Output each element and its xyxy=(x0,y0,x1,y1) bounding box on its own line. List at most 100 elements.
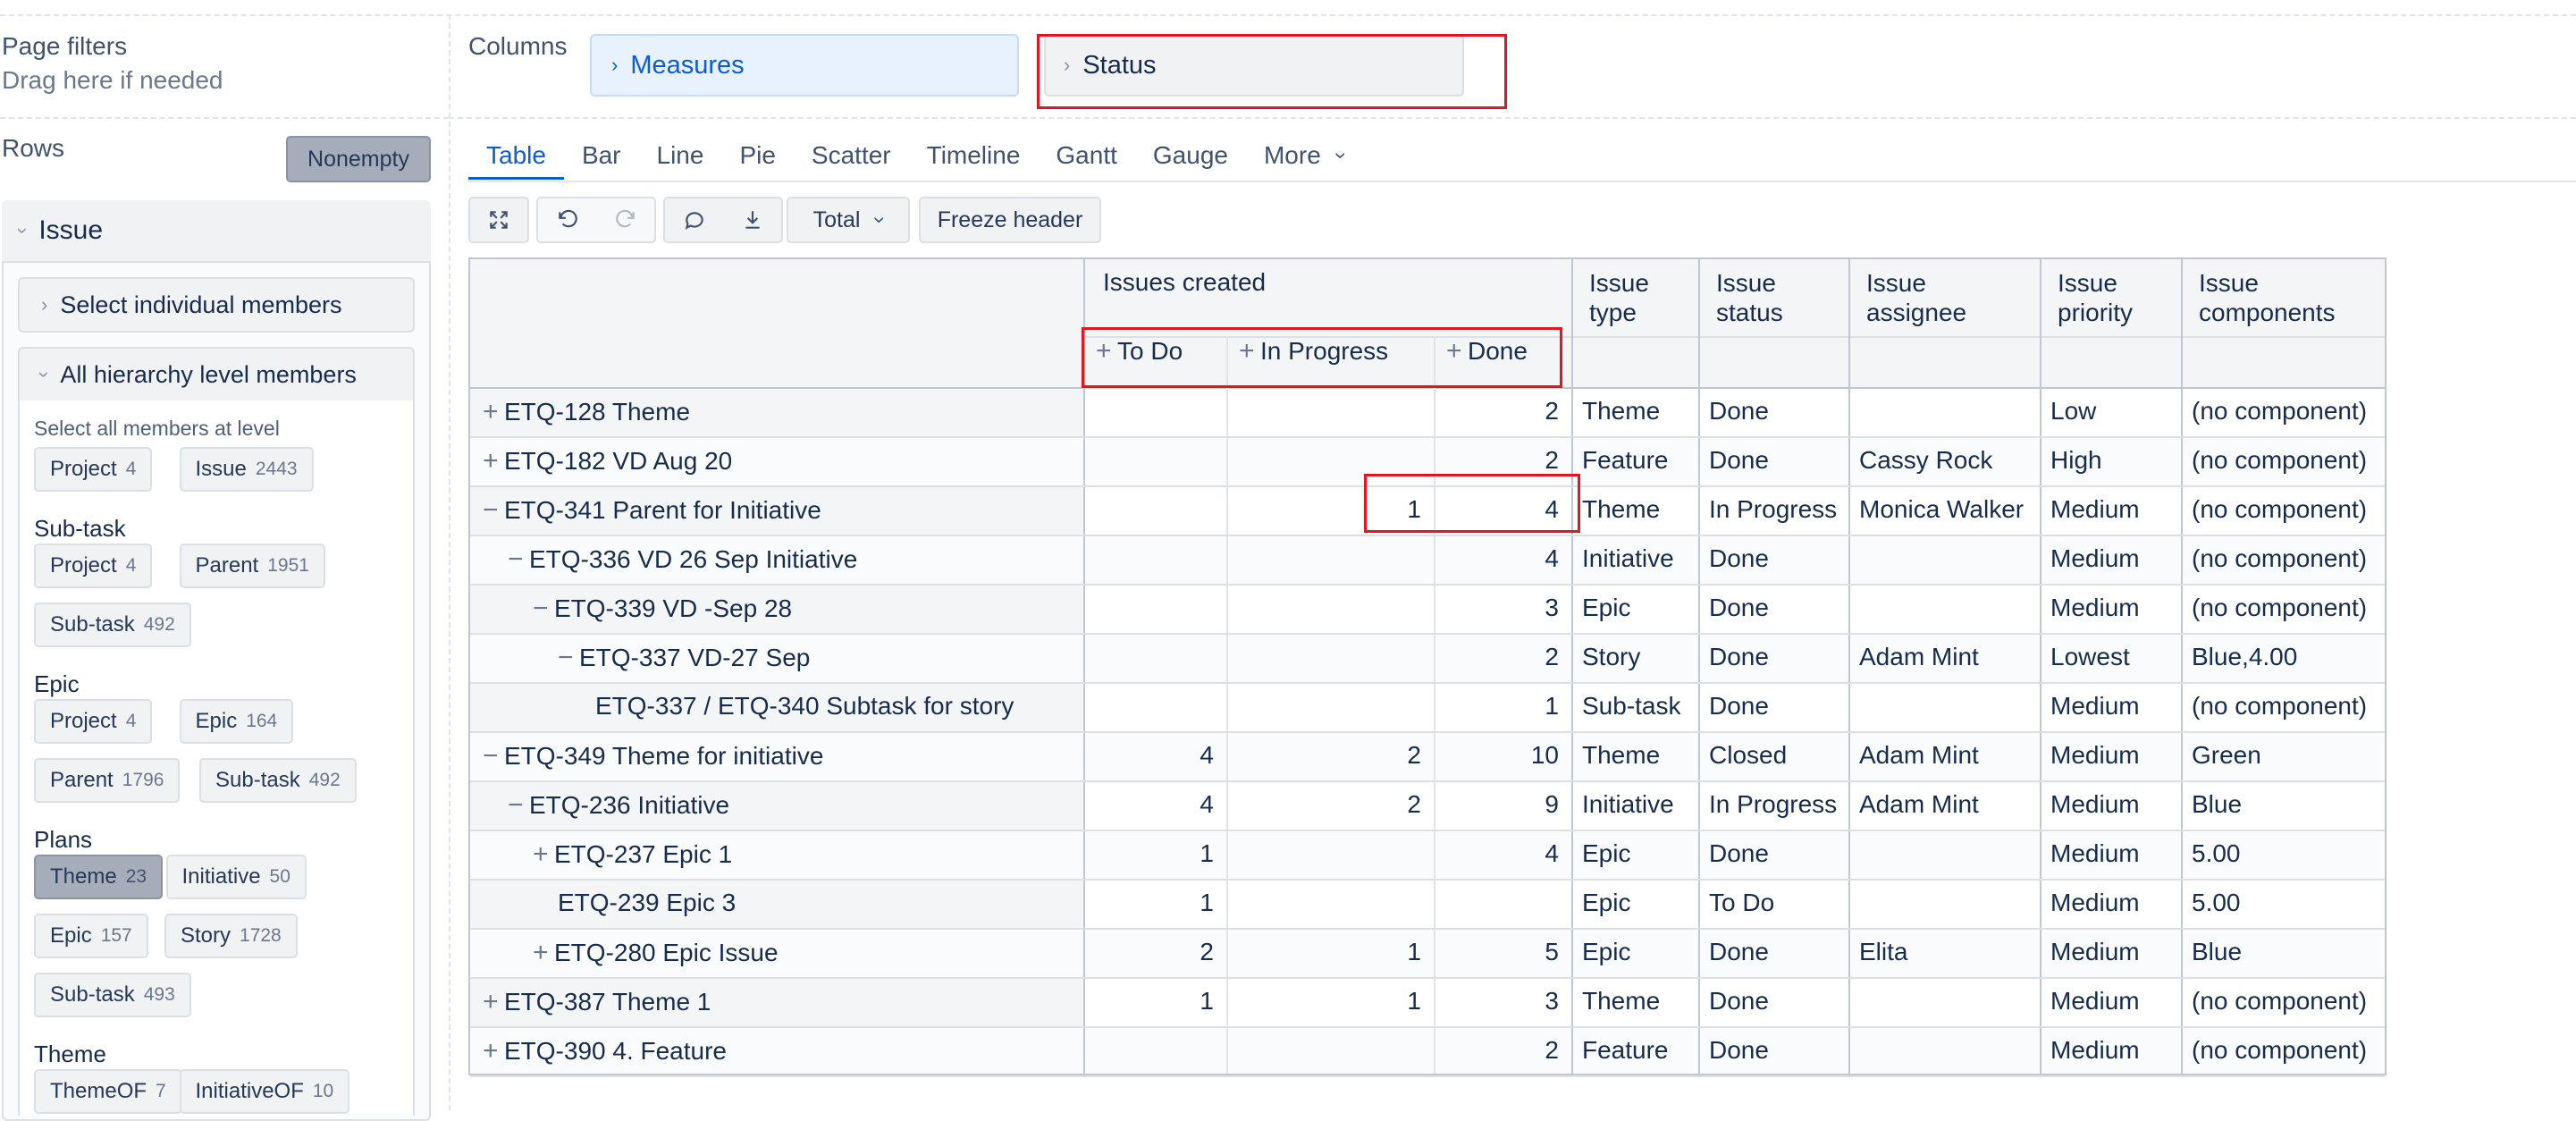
expand-icon[interactable]: + xyxy=(483,987,504,1017)
tab-pie[interactable]: Pie xyxy=(721,134,793,177)
level-pill-sub-task[interactable]: Sub-task 493 xyxy=(34,973,191,1017)
table-row-header[interactable]: − ETQ-349 Theme for initiative xyxy=(483,741,1078,771)
tab-bar[interactable]: Bar xyxy=(564,134,639,177)
status-column-header[interactable]: + To Do xyxy=(1083,336,1226,367)
row-divider xyxy=(470,780,2385,782)
table-row-header[interactable]: + ETQ-182 VD Aug 20 xyxy=(483,446,1078,476)
issue-components-cell: Blue xyxy=(2192,938,2243,965)
fullscreen-button[interactable] xyxy=(468,197,529,243)
issue-components-cell: (no component) xyxy=(2192,495,2368,523)
level-pill-project[interactable]: Project 4 xyxy=(34,447,153,492)
expand-icon[interactable]: + xyxy=(483,1036,504,1066)
chevron-right-icon: › xyxy=(1064,54,1071,76)
comments-button[interactable] xyxy=(665,208,723,232)
issue-assignee-cell: Cassy Rock xyxy=(1859,446,1993,474)
collapse-icon[interactable]: − xyxy=(508,790,529,821)
table-row-header[interactable]: − ETQ-337 VD-27 Sep xyxy=(558,643,1078,673)
level-name: Epic xyxy=(50,923,92,948)
status-column-header[interactable]: + Done xyxy=(1434,336,1571,367)
table-row-header[interactable]: + ETQ-390 4. Feature xyxy=(483,1036,1078,1066)
issue-status-cell: Done xyxy=(1709,446,1769,474)
table-row-header[interactable]: − ETQ-341 Parent for Initiative xyxy=(483,495,1078,526)
level-pill-sub-task[interactable]: Sub-task 492 xyxy=(199,758,357,803)
issue-status-cell: Done xyxy=(1709,987,1769,1015)
row-divider xyxy=(470,928,2385,930)
table-row-header[interactable]: − ETQ-236 Initiative xyxy=(508,790,1078,821)
freeze-header-button[interactable]: Freeze header xyxy=(919,197,1101,243)
expand-icon[interactable]: + xyxy=(1096,336,1117,367)
status-column-header[interactable]: + In Progress xyxy=(1226,336,1434,367)
tab-line[interactable]: Line xyxy=(639,134,722,177)
undo-button[interactable] xyxy=(538,208,596,232)
table-row-header[interactable]: − ETQ-339 VD -Sep 28 xyxy=(533,594,1078,624)
level-pill-issue[interactable]: Issue 2443 xyxy=(179,447,314,492)
level-pill-themeof[interactable]: ThemeOF 7 xyxy=(34,1069,182,1114)
expand-icon[interactable]: + xyxy=(1446,336,1468,367)
level-pill-initiativeof[interactable]: InitiativeOF 10 xyxy=(179,1069,350,1114)
level-name: Issue xyxy=(195,457,247,481)
row-label: ETQ-239 Epic 3 xyxy=(558,889,737,916)
level-pill-parent[interactable]: Parent 1951 xyxy=(179,544,325,588)
issue-priority-cell: Medium xyxy=(2050,741,2140,769)
columns-chip-status[interactable]: › Status xyxy=(1044,34,1464,97)
collapse-icon[interactable]: − xyxy=(508,544,529,575)
issue-type-cell: Epic xyxy=(1582,938,1631,965)
tab-timeline[interactable]: Timeline xyxy=(909,134,1039,177)
value-cell-inprog: 2 xyxy=(1407,790,1421,818)
issue-type-cell: Theme xyxy=(1582,987,1661,1015)
collapse-icon[interactable]: − xyxy=(533,594,554,624)
expand-icon[interactable]: + xyxy=(533,839,554,870)
level-pill-theme[interactable]: Theme 23 xyxy=(34,855,164,899)
value-cell-todo: 4 xyxy=(1200,790,1214,818)
export-button[interactable] xyxy=(723,208,781,232)
row-label: ETQ-337 VD-27 Sep xyxy=(579,644,811,671)
table-row-header[interactable]: ETQ-337 / ETQ-340 Subtask for story xyxy=(583,692,1078,721)
total-dropdown[interactable]: Total › xyxy=(787,197,910,243)
level-pill-epic[interactable]: Epic 157 xyxy=(34,914,148,958)
table-row-header[interactable]: − ETQ-336 VD 26 Sep Initiative xyxy=(508,544,1078,575)
level-pill-initiative[interactable]: Initiative 50 xyxy=(165,855,307,899)
expand-icon[interactable]: + xyxy=(1239,336,1260,367)
issue-priority-cell: Lowest xyxy=(2050,643,2130,670)
chevron-down-icon: › xyxy=(12,227,35,234)
all-hierarchy-level-members[interactable]: › All hierarchy level members xyxy=(18,347,415,402)
level-pill-sub-task[interactable]: Sub-task 492 xyxy=(34,603,191,647)
header-line: components xyxy=(2199,299,2336,326)
property-column-header: Issue status xyxy=(1716,268,1783,327)
tab-more[interactable]: More › xyxy=(1246,134,1362,177)
collapse-icon[interactable]: − xyxy=(558,643,579,673)
issue-assignee-cell: Adam Mint xyxy=(1859,741,1979,769)
nonempty-button[interactable]: Nonempty xyxy=(286,136,431,182)
chevron-down-icon: › xyxy=(868,216,893,223)
measure-header: Issues created xyxy=(1103,268,1267,296)
level-pill-project[interactable]: Project 4 xyxy=(34,699,153,744)
table-row-header[interactable]: + ETQ-128 Theme xyxy=(483,397,1078,427)
row-divider xyxy=(470,731,2385,733)
level-pill-parent[interactable]: Parent 1796 xyxy=(34,758,181,803)
table-row-header[interactable]: ETQ-239 Epic 3 xyxy=(533,889,1078,917)
tab-gauge[interactable]: Gauge xyxy=(1135,134,1246,177)
issue-status-cell: Done xyxy=(1709,839,1769,867)
expand-icon[interactable]: + xyxy=(533,938,554,968)
issue-dimension-header[interactable]: › Issue xyxy=(2,200,431,263)
collapse-icon[interactable]: − xyxy=(483,495,504,526)
level-pill-story[interactable]: Story 1728 xyxy=(164,914,298,958)
level-name: Sub-task xyxy=(50,982,135,1007)
collapse-icon[interactable]: − xyxy=(483,741,504,771)
row-divider xyxy=(470,830,2385,831)
table-row-header[interactable]: + ETQ-387 Theme 1 xyxy=(483,987,1078,1017)
table-row-header[interactable]: + ETQ-237 Epic 1 xyxy=(533,839,1078,870)
table-row-header[interactable]: + ETQ-280 Epic Issue xyxy=(533,938,1078,968)
expand-icon[interactable]: + xyxy=(483,446,504,476)
redo-button[interactable] xyxy=(596,208,654,232)
expand-icon[interactable]: + xyxy=(483,397,504,427)
tab-gantt[interactable]: Gantt xyxy=(1038,134,1134,177)
tab-scatter[interactable]: Scatter xyxy=(794,134,909,177)
select-individual-members[interactable]: › Select individual members xyxy=(18,277,415,333)
tab-table[interactable]: Table xyxy=(468,134,564,180)
level-pill-project[interactable]: Project 4 xyxy=(34,544,153,588)
page-filters-drop-zone[interactable]: Drag here if needed xyxy=(2,66,223,95)
select-individual-label: Select individual members xyxy=(60,291,342,318)
level-pill-epic[interactable]: Epic 164 xyxy=(179,699,294,744)
columns-chip-measures[interactable]: › Measures xyxy=(590,34,1019,97)
